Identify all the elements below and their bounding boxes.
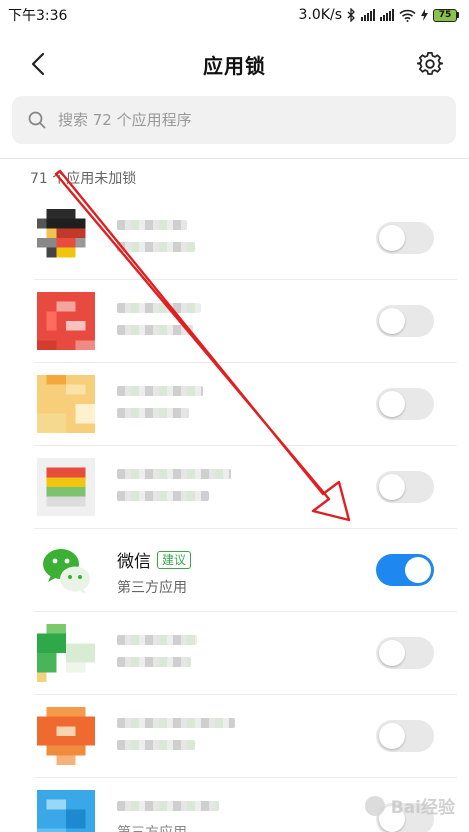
network-speed: 3.0K/s <box>298 7 342 23</box>
wifi-icon <box>399 9 416 22</box>
gear-icon <box>417 52 443 75</box>
blurred-app-subtitle <box>117 657 191 667</box>
signal-icon <box>361 9 375 21</box>
app-header: 应用锁 <box>0 34 469 94</box>
lock-toggle[interactable] <box>376 387 434 420</box>
section-label-unlocked-count: 71 个应用未加锁 <box>30 171 137 187</box>
battery-icon: 75 <box>433 8 459 22</box>
blurred-app-name <box>117 801 219 811</box>
paw-icon <box>364 795 385 816</box>
watermark: Bai经验 <box>364 793 455 818</box>
list-item-wechat[interactable]: 微信 建议 第三方应用 <box>0 528 469 611</box>
battery-level: 75 <box>433 8 457 22</box>
blurred-app-icon <box>37 789 95 832</box>
status-icons: 3.0K/s 75 <box>299 7 459 23</box>
search-input[interactable] <box>58 111 438 129</box>
recommend-badge: 建议 <box>157 550 192 569</box>
list-item[interactable] <box>0 196 469 279</box>
charging-icon <box>421 9 428 21</box>
back-button[interactable] <box>22 48 54 80</box>
lock-toggle[interactable] <box>376 470 434 503</box>
blurred-app-subtitle <box>117 242 195 252</box>
app-info: 微信 建议 第三方应用 <box>117 547 192 597</box>
app-name: 微信 <box>117 552 151 572</box>
blurred-app-name <box>117 386 203 396</box>
divider <box>0 158 469 159</box>
status-time: 下午3:36 <box>8 8 68 24</box>
lock-toggle-wechat[interactable] <box>376 553 434 586</box>
list-item[interactable] <box>0 611 469 694</box>
blurred-app-icon <box>37 623 95 682</box>
blurred-app-name <box>117 220 187 230</box>
blurred-app-subtitle <box>117 408 189 418</box>
app-list: 微信建议 第三方应用 第三方应用 <box>0 196 469 832</box>
search-icon <box>28 111 46 129</box>
search-bar[interactable] <box>12 96 456 144</box>
blurred-app-icon <box>37 291 95 350</box>
blurred-app-subtitle <box>117 740 195 750</box>
page-title: 应用锁 <box>203 53 266 78</box>
signal-icon <box>380 9 394 21</box>
bluetooth-icon <box>347 8 355 22</box>
blurred-app-name <box>117 303 201 313</box>
lock-toggle[interactable] <box>376 636 434 669</box>
blurred-app-icon <box>37 706 95 765</box>
blurred-app-icon <box>37 457 95 516</box>
wechat-icon <box>43 548 90 594</box>
app-subtitle: 第三方应用 <box>117 822 187 832</box>
blurred-app-subtitle <box>117 491 209 501</box>
blurred-app-name <box>117 718 235 728</box>
lock-toggle[interactable] <box>376 304 434 337</box>
list-item[interactable] <box>0 279 469 362</box>
app-subtitle: 第三方应用 <box>117 580 187 596</box>
blurred-app-icon <box>37 208 86 257</box>
list-item[interactable] <box>0 445 469 528</box>
blurred-app-icon <box>37 374 95 433</box>
list-item[interactable] <box>0 362 469 445</box>
list-item[interactable] <box>0 694 469 777</box>
lock-toggle[interactable] <box>376 719 434 752</box>
blurred-app-name <box>117 469 231 479</box>
settings-button[interactable] <box>413 47 447 81</box>
blurred-app-name <box>117 635 197 645</box>
lock-toggle[interactable] <box>376 221 434 254</box>
chevron-left-icon <box>31 52 45 76</box>
blurred-app-subtitle <box>117 325 193 335</box>
status-bar: 下午3:36 3.0K/s 75 <box>0 0 469 30</box>
watermark-text: Bai经验 <box>390 798 455 818</box>
